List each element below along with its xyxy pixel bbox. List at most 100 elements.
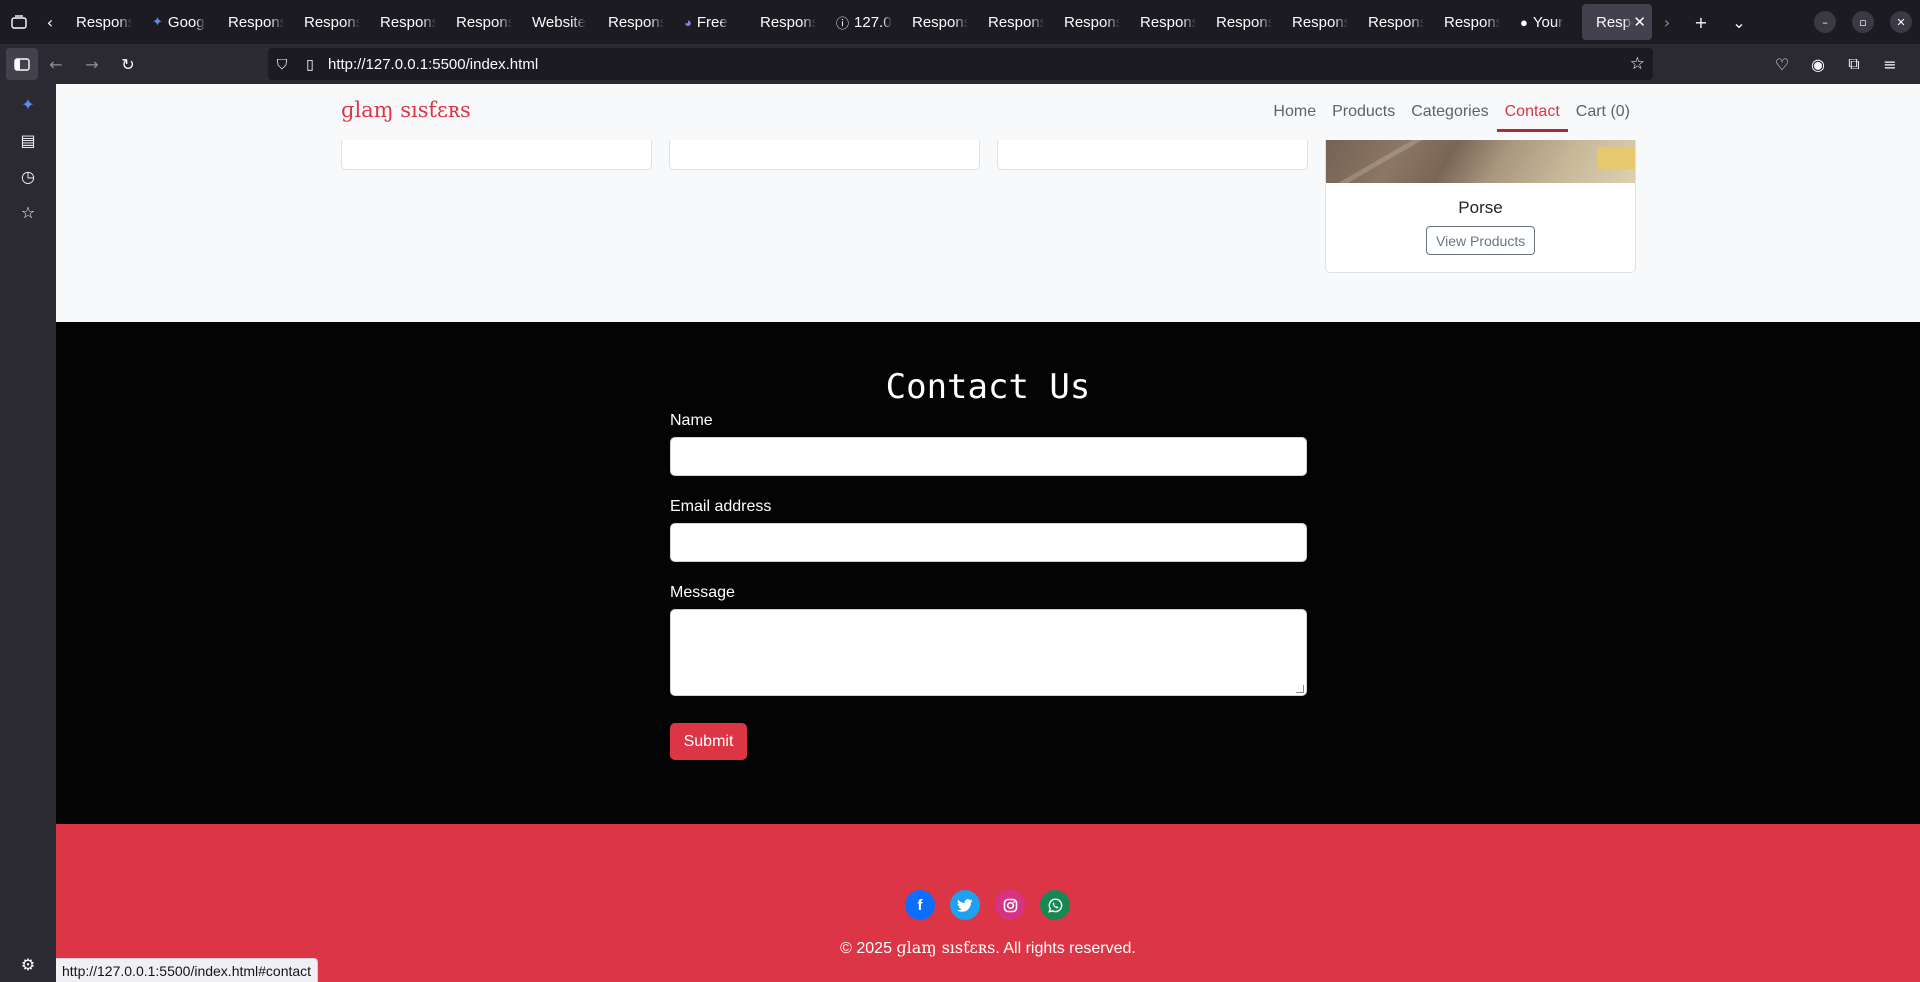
- browser-tab[interactable]: Respons: [594, 4, 670, 40]
- browser-tab[interactable]: ● Your: [1506, 4, 1582, 40]
- browser-tab[interactable]: Respons: [1050, 4, 1126, 40]
- submit-button[interactable]: Submit: [670, 723, 747, 760]
- site-footer: f © 2025 ɡlaɱ sısƭɛʀs. All rights reserv…: [56, 824, 1920, 982]
- name-label: Name: [670, 412, 713, 429]
- site-navbar: ɡlaɱ sısƭɛʀs Home Products Categories Conta…: [56, 84, 1920, 140]
- browser-tab-label: Goog: [167, 13, 205, 31]
- app-icon: ◕: [684, 14, 692, 30]
- account-icon[interactable]: ◉: [1800, 48, 1836, 80]
- browser-tab-label: Respons: [1064, 13, 1120, 31]
- browser-sidebar: ✦ ▤ ◷ ☆ ⚙: [0, 84, 56, 982]
- browser-tab[interactable]: Respons: [1354, 4, 1430, 40]
- pocket-icon[interactable]: ♡: [1764, 48, 1800, 80]
- status-url: http://127.0.0.1:5500/index.html#contact: [62, 962, 312, 979]
- message-textarea[interactable]: [670, 609, 1307, 696]
- browser-tab[interactable]: Respons: [366, 4, 442, 40]
- resize-handle-icon[interactable]: [1296, 685, 1304, 693]
- browser-tab[interactable]: Respons: [442, 4, 518, 40]
- browser-tab-label: Respons: [1216, 13, 1272, 31]
- browser-toolbar: ← → ↻ ⛉ ▯ http://127.0.0.1:5500/index.ht…: [0, 44, 1920, 84]
- tab-strip: Respons ✦ Goog Respons Respons Respons Respons…: [62, 0, 1582, 44]
- browser-tab[interactable]: Respons: [62, 4, 138, 40]
- browser-tab-label: Respons: [760, 13, 816, 31]
- whatsapp-icon[interactable]: [1040, 890, 1070, 920]
- browser-tab[interactable]: Respons: [1430, 4, 1506, 40]
- forward-icon[interactable]: →: [74, 48, 110, 80]
- browser-tab[interactable]: Respons: [898, 4, 974, 40]
- contact-heading: Contact Us: [885, 367, 1091, 407]
- nav-link-home[interactable]: Home: [1265, 84, 1324, 140]
- twitter-icon[interactable]: [950, 890, 980, 920]
- tab-list-icon[interactable]: [0, 0, 38, 44]
- reload-icon[interactable]: ↻: [110, 48, 146, 80]
- restore-icon[interactable]: ▫: [1852, 11, 1874, 33]
- brand-logo[interactable]: ɡlaɱ sısƭɛʀs: [341, 98, 471, 122]
- github-icon: ●: [1520, 14, 1528, 30]
- history-icon[interactable]: ◷: [0, 158, 56, 194]
- sidebar-toggle-icon[interactable]: [6, 48, 38, 80]
- browser-tab[interactable]: Respons: [1202, 4, 1278, 40]
- browser-tab[interactable]: Respons: [746, 4, 822, 40]
- nav-link-contact[interactable]: Contact: [1496, 84, 1568, 140]
- browser-tab[interactable]: Website: [518, 4, 594, 40]
- browser-tab[interactable]: Respons: [1278, 4, 1354, 40]
- browser-tab[interactable]: Respons: [290, 4, 366, 40]
- message-label: Message: [670, 584, 735, 601]
- browser-tab-label: Respons: [228, 13, 284, 31]
- browser-tab-label: Respons: [608, 13, 664, 31]
- list-all-tabs-icon[interactable]: ⌄: [1720, 0, 1758, 44]
- browser-tab-label: Respons: [380, 13, 436, 31]
- facebook-icon[interactable]: f: [905, 890, 935, 920]
- browser-tab[interactable]: Respons: [214, 4, 290, 40]
- browser-tab-label: Respons: [988, 13, 1044, 31]
- copyright-brand: ɡlaɱ sısƭɛʀs: [896, 938, 996, 957]
- menu-icon[interactable]: ≡: [1872, 48, 1908, 80]
- bookmark-star-icon[interactable]: ☆: [1630, 54, 1645, 74]
- browser-tab[interactable]: ⓘ 127.0: [822, 4, 898, 40]
- new-tab-icon[interactable]: +: [1682, 0, 1720, 44]
- active-tab[interactable]: Respo ✕: [1582, 4, 1652, 40]
- page-icon: ▯: [306, 55, 314, 72]
- close-tab-icon[interactable]: ✕: [1633, 13, 1646, 31]
- browser-tab-label: Respons: [76, 13, 132, 31]
- instagram-icon[interactable]: [995, 890, 1025, 920]
- browser-tab-label: Website: [532, 13, 586, 31]
- copyright-suffix: . All rights reserved.: [995, 940, 1136, 957]
- browser-tab-label: Respons: [1292, 13, 1348, 31]
- social-links: f: [905, 890, 1085, 920]
- synced-tabs-icon[interactable]: ▤: [0, 122, 56, 158]
- email-field[interactable]: [670, 523, 1307, 562]
- bookmarks-icon[interactable]: ☆: [0, 194, 56, 230]
- url-text: http://127.0.0.1:5500/index.html: [328, 55, 539, 73]
- view-products-button[interactable]: View Products: [1426, 226, 1536, 255]
- browser-tab[interactable]: Respons: [1126, 4, 1202, 40]
- browser-tab-label: Respons: [1368, 13, 1424, 31]
- browser-tab[interactable]: ✦ Goog: [138, 4, 214, 40]
- ai-chatbot-icon[interactable]: ✦: [0, 86, 56, 122]
- close-window-icon[interactable]: ✕: [1890, 11, 1912, 33]
- back-icon[interactable]: ←: [38, 48, 74, 80]
- site-menu: Home Products Categories Contact Cart (0): [1265, 84, 1638, 140]
- shield-icon[interactable]: ⛉: [268, 56, 296, 73]
- copyright-text: © 2025 ɡlaɱ sısƭɛʀs. All rights reserved…: [56, 938, 1920, 958]
- browser-tab-label: Respons: [304, 13, 360, 31]
- nav-link-products[interactable]: Products: [1324, 84, 1403, 140]
- extensions-icon[interactable]: ⧉: [1836, 48, 1872, 80]
- link-status-bar: http://127.0.0.1:5500/index.html#contact: [56, 958, 319, 982]
- name-field[interactable]: [670, 437, 1307, 476]
- browser-tab-label: Respons: [1444, 13, 1500, 31]
- browser-tab[interactable]: Respons: [974, 4, 1050, 40]
- browser-tab-label: Respons: [912, 13, 968, 31]
- customize-sidebar-gear-icon[interactable]: ⚙: [0, 946, 56, 982]
- nav-link-cart[interactable]: Cart (0): [1568, 84, 1638, 140]
- browser-tab-label: Your: [1532, 13, 1564, 31]
- minimize-icon[interactable]: –: [1814, 11, 1836, 33]
- view-products-label: View Products: [1436, 232, 1526, 249]
- scroll-tabs-right-icon[interactable]: ›: [1652, 0, 1682, 44]
- browser-tab[interactable]: ◕ Free: [670, 4, 746, 40]
- url-bar[interactable]: ⛉ ▯ http://127.0.0.1:5500/index.html ☆: [268, 48, 1653, 80]
- nav-link-categories[interactable]: Categories: [1403, 84, 1496, 140]
- browser-tab-label: Free: [696, 13, 728, 31]
- email-label: Email address: [670, 498, 772, 515]
- scroll-tabs-left-icon[interactable]: ‹: [38, 0, 62, 44]
